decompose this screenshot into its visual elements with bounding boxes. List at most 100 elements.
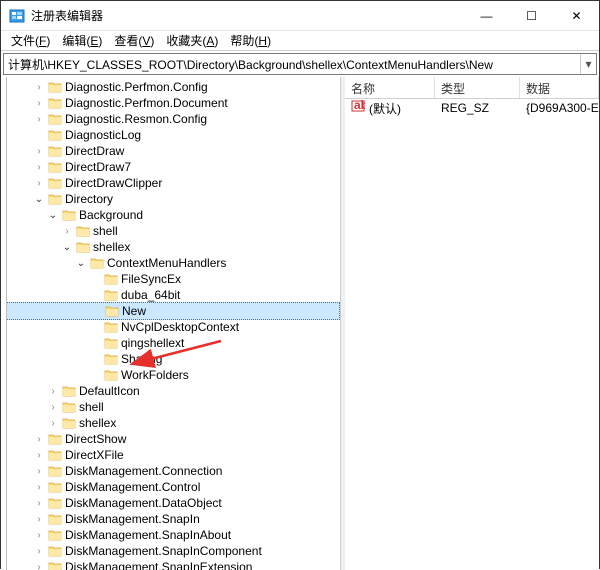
folder-icon: [76, 225, 90, 237]
tree-node-diskmanagement-snapincomponent[interactable]: › DiskManagement.SnapInComponent: [3, 543, 340, 559]
toggle-empty: [90, 305, 102, 317]
tree-node-diskmanagement-connection[interactable]: ›DiskManagement.Connection: [3, 463, 340, 479]
tree-node-diskmanagement-snapinextension[interactable]: ›DiskManagement.SnapInExtension: [3, 559, 340, 570]
node-label: FileSyncEx: [121, 272, 181, 286]
left-gutter: [1, 77, 7, 570]
chevron-right-icon[interactable]: ›: [47, 401, 59, 413]
tree-node-directshow[interactable]: ›DirectShow: [3, 431, 340, 447]
node-label: qingshellext: [121, 336, 184, 350]
menu-edit[interactable]: 编辑(E): [56, 30, 108, 51]
tree-node-duba-64bit[interactable]: duba_64bit: [3, 287, 340, 303]
tree-node-directxfile[interactable]: › DirectXFile: [3, 447, 340, 463]
minimize-button[interactable]: —: [464, 1, 509, 30]
chevron-right-icon[interactable]: ›: [61, 225, 73, 237]
folder-icon: [104, 321, 118, 333]
chevron-right-icon[interactable]: ›: [33, 545, 45, 557]
address-dropdown-icon[interactable]: ▾: [580, 54, 596, 74]
tree-node-diagnostic-perfmon-document[interactable]: › Diagnostic.Perfmon.Document: [3, 95, 340, 111]
chevron-right-icon[interactable]: ›: [33, 161, 45, 173]
column-type[interactable]: 类型: [435, 77, 520, 98]
chevron-right-icon[interactable]: ›: [33, 433, 45, 445]
node-label: DiagnosticLog: [65, 128, 141, 142]
tree-node-nvcpldesktopcontext[interactable]: NvCplDesktopContext: [3, 319, 340, 335]
tree-node-diskmanagement-control[interactable]: ›DiskManagement.Control: [3, 479, 340, 495]
chevron-down-icon[interactable]: ⌄: [75, 257, 87, 269]
tree-pane[interactable]: ›Diagnostic.Perfmon.Config›Diagnostic.Pe…: [1, 77, 341, 570]
chevron-down-icon[interactable]: ⌄: [47, 209, 59, 221]
tree-node-diagnosticlog[interactable]: DiagnosticLog: [3, 127, 340, 143]
node-label: DirectXFile: [65, 448, 124, 462]
node-label: duba_64bit: [121, 288, 180, 302]
tree-node-shell[interactable]: ›shell: [3, 223, 340, 239]
tree-node-directory[interactable]: ⌄Directory: [3, 191, 340, 207]
tree-node-directdrawclipper[interactable]: ›DirectDrawClipper: [3, 175, 340, 191]
tree-node-new[interactable]: New: [3, 302, 340, 320]
node-label: Diagnostic.Perfmon.Document: [65, 96, 228, 110]
node-label: Background: [79, 208, 143, 222]
tree-node-qingshellext[interactable]: qingshellext: [3, 335, 340, 351]
chevron-right-icon[interactable]: ›: [33, 481, 45, 493]
registry-tree: ›Diagnostic.Perfmon.Config›Diagnostic.Pe…: [1, 77, 340, 570]
tree-node-defaulticon[interactable]: › DefaultIcon: [3, 383, 340, 399]
chevron-right-icon[interactable]: ›: [33, 177, 45, 189]
node-label: DiskManagement.SnapInComponent: [65, 544, 262, 558]
tree-node-background[interactable]: ⌄ Background: [3, 207, 340, 223]
menu-favorites[interactable]: 收藏夹(A): [160, 30, 224, 51]
folder-icon: [48, 545, 62, 557]
chevron-right-icon[interactable]: ›: [47, 385, 59, 397]
chevron-down-icon[interactable]: ⌄: [61, 241, 73, 253]
address-input[interactable]: [4, 55, 580, 73]
tree-node-directdraw[interactable]: › DirectDraw: [3, 143, 340, 159]
column-name[interactable]: 名称: [345, 77, 435, 98]
tree-node-sharing[interactable]: Sharing: [3, 351, 340, 367]
tree-node-shellex[interactable]: ›shellex: [3, 415, 340, 431]
list-row[interactable]: ab(默认)REG_SZ{D969A300-E: [345, 99, 599, 117]
folder-icon: [104, 273, 118, 285]
tree-node-contextmenuhandlers[interactable]: ⌄ContextMenuHandlers: [3, 255, 340, 271]
tree-node-diskmanagement-dataobject[interactable]: ›DiskManagement.DataObject: [3, 495, 340, 511]
chevron-down-icon[interactable]: ⌄: [33, 193, 45, 205]
tree-node-diagnostic-perfmon-config[interactable]: ›Diagnostic.Perfmon.Config: [3, 79, 340, 95]
toggle-empty: [89, 337, 101, 349]
value-type: REG_SZ: [435, 100, 520, 116]
menu-file[interactable]: 文件(F): [5, 30, 56, 51]
tree-node-diagnostic-resmon-config[interactable]: › Diagnostic.Resmon.Config: [3, 111, 340, 127]
tree-node-diskmanagement-snapinabout[interactable]: ›DiskManagement.SnapInAbout: [3, 527, 340, 543]
string-value-icon: ab: [351, 99, 365, 113]
chevron-right-icon[interactable]: ›: [47, 417, 59, 429]
node-label: Sharing: [121, 352, 162, 366]
node-label: WorkFolders: [121, 368, 189, 382]
node-label: Diagnostic.Resmon.Config: [65, 112, 207, 126]
toggle-empty: [89, 353, 101, 365]
folder-icon: [48, 113, 62, 125]
tree-node-shell[interactable]: ›shell: [3, 399, 340, 415]
close-button[interactable]: ✕: [554, 1, 599, 30]
tree-node-diskmanagement-snapin[interactable]: ›DiskManagement.SnapIn: [3, 511, 340, 527]
app-icon: [9, 8, 25, 24]
chevron-right-icon[interactable]: ›: [33, 449, 45, 461]
chevron-right-icon[interactable]: ›: [33, 81, 45, 93]
chevron-right-icon[interactable]: ›: [33, 145, 45, 157]
tree-node-directdraw7[interactable]: ›DirectDraw7: [3, 159, 340, 175]
chevron-right-icon[interactable]: ›: [33, 465, 45, 477]
chevron-right-icon[interactable]: ›: [33, 513, 45, 525]
toggle-empty: [33, 129, 45, 141]
folder-icon: [62, 385, 76, 397]
folder-icon: [48, 433, 62, 445]
chevron-right-icon[interactable]: ›: [33, 113, 45, 125]
node-label: DefaultIcon: [79, 384, 140, 398]
column-data[interactable]: 数据: [520, 77, 599, 98]
node-label: DirectDraw: [65, 144, 124, 158]
chevron-right-icon[interactable]: ›: [33, 529, 45, 541]
tree-node-shellex[interactable]: ⌄shellex: [3, 239, 340, 255]
folder-icon: [48, 81, 62, 93]
menu-view[interactable]: 查看(V): [108, 30, 160, 51]
menu-help[interactable]: 帮助(H): [224, 30, 277, 51]
chevron-right-icon[interactable]: ›: [33, 497, 45, 509]
list-pane[interactable]: 名称 类型 数据 ab(默认)REG_SZ{D969A300-E: [345, 77, 599, 570]
tree-node-workfolders[interactable]: WorkFolders: [3, 367, 340, 383]
toggle-empty: [89, 369, 101, 381]
tree-node-filesyncex[interactable]: FileSyncEx: [3, 271, 340, 287]
maximize-button[interactable]: ☐: [509, 1, 554, 30]
chevron-right-icon[interactable]: ›: [33, 97, 45, 109]
